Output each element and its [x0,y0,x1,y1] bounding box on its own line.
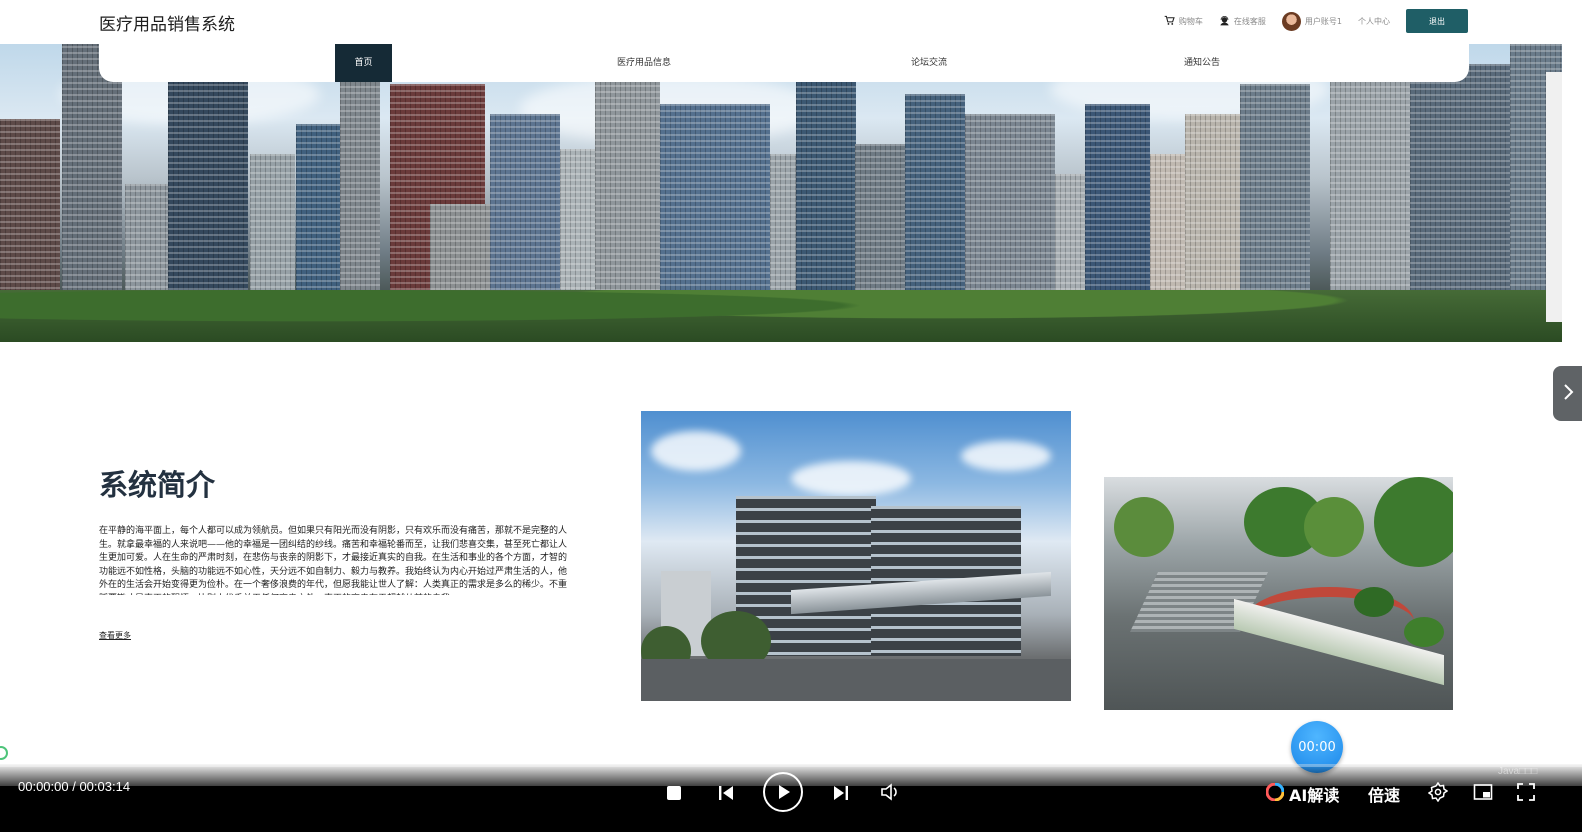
skip-previous-icon [717,784,735,802]
gear-icon [1428,782,1448,802]
account-label: 用户账号1 [1304,16,1342,26]
nav-item-home[interactable]: 首页 [335,44,392,82]
banner-cityscape-image [0,44,1562,342]
site-title: 医疗用品销售系统 [99,15,235,35]
chevron-right-icon [1562,383,1574,405]
intro-title: 系统简介 [99,468,216,502]
next-button[interactable] [830,782,852,804]
service-label: 在线客服 [1233,16,1266,26]
personal-center-link[interactable]: 个人中心 [1358,16,1390,27]
personal-center-label: 个人中心 [1358,16,1390,26]
watermark: Java□□□ [1498,766,1538,777]
account-link[interactable]: 用户账号1 [1281,11,1342,31]
progress-bar[interactable] [0,764,1582,767]
service-link[interactable]: 在线客服 [1219,15,1266,28]
logout-button[interactable]: 退出 [1406,9,1468,33]
volume-icon [880,782,900,802]
picture-in-picture-button[interactable] [1472,781,1494,803]
playback-time: 00:00:00 / 00:03:14 [18,779,131,794]
nav-item-medical-supplies[interactable]: 医疗用品信息 [599,44,689,82]
cart-label: 购物车 [1178,16,1203,26]
ai-interpret-button[interactable]: AI解读 [1289,782,1339,806]
fullscreen-button[interactable] [1515,781,1537,803]
settings-button[interactable] [1427,781,1449,803]
hospital-building-image [641,411,1071,701]
picture-in-picture-icon [1473,782,1493,802]
read-more-link[interactable]: 查看更多 [99,630,131,641]
stop-icon [666,785,682,801]
page: 医疗用品销售系统 购物车 在线客服 用户账号1 个人中心 退出 首页 医疗用品信… [0,0,1582,832]
top-header: 医疗用品销售系统 购物车 在线客服 用户账号1 个人中心 退出 [0,0,1582,44]
header-actions: 购物车 在线客服 用户账号1 个人中心 退出 [1164,9,1468,33]
speed-button[interactable]: 倍速 [1368,782,1400,806]
volume-button[interactable] [879,781,901,803]
next-slide-button[interactable] [1553,366,1582,421]
cart-icon [1164,15,1175,28]
play-button[interactable] [763,772,803,812]
cart-link[interactable]: 购物车 [1164,15,1203,28]
nav-item-forum[interactable]: 论坛交流 [889,44,969,82]
nav-item-notices[interactable]: 通知公告 [1162,44,1242,82]
fullscreen-icon [1516,782,1536,802]
play-icon [774,783,792,801]
previous-button[interactable] [715,782,737,804]
ai-logo-icon [1265,782,1285,802]
skip-next-icon [832,784,850,802]
status-dot [0,746,8,760]
main-nav: 首页 医疗用品信息 论坛交流 通知公告 [99,44,1469,82]
campus-garden-image [1104,477,1453,710]
customer-service-icon [1219,15,1230,28]
intro-text: 在平静的海平面上，每个人都可以成为领航员。但如果只有阳光而没有阴影，只有欢乐而没… [99,526,568,595]
avatar [1281,11,1301,31]
stop-button[interactable] [664,783,684,803]
